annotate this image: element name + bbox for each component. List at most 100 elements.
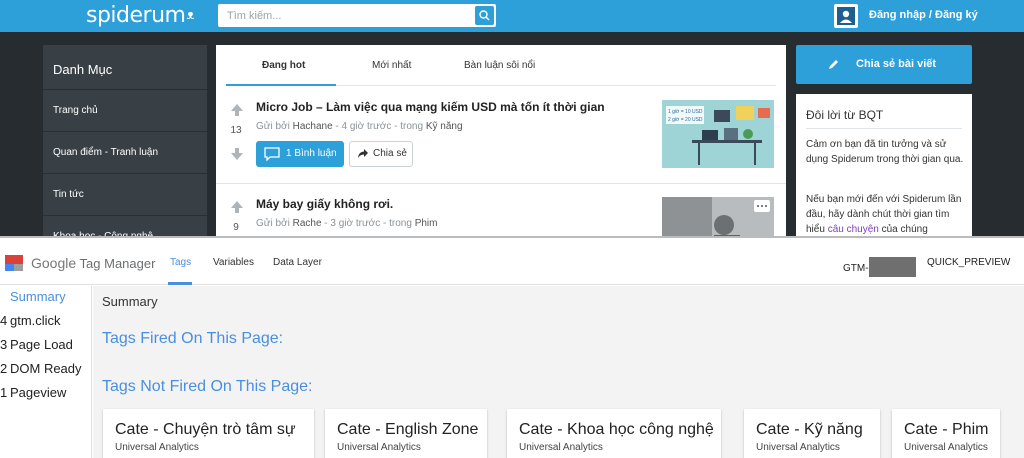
search-button[interactable]	[475, 6, 494, 25]
event-dom-ready[interactable]: 2 DOM Ready	[0, 361, 82, 376]
tag-card[interactable]: Cate - Chuyện trò tâm sự Universal Analy…	[103, 409, 314, 458]
container-prefix: GTM-	[843, 263, 869, 274]
bqt-title: Đôi lời từ BQT	[806, 108, 884, 122]
tag-name: Cate - English Zone	[337, 421, 479, 438]
comment-icon	[264, 147, 280, 161]
active-tab-indicator	[168, 282, 192, 285]
category-item-opinion[interactable]: Quan điểm - Tranh luận	[43, 131, 207, 173]
tab-variables[interactable]: Variables	[213, 257, 254, 268]
feed-tabs: Đang hot Mới nhất Bàn luận sôi nổi	[226, 45, 776, 86]
bqt-divider	[806, 128, 962, 129]
gtm-header: Google Tag Manager Tags Variables Data L…	[0, 238, 1024, 285]
event-timeline: Summary 4 gtm.click 3 Page Load 2 DOM Ready…	[0, 286, 92, 458]
summary-heading: Summary	[102, 294, 158, 309]
tag-type: Universal Analytics	[115, 442, 199, 453]
post-author[interactable]: Hachane	[293, 121, 333, 132]
svg-text:1 giờ = 10 USD: 1 giờ = 10 USD	[668, 109, 703, 115]
post-time: - 4 giờ trước - trong	[335, 121, 424, 132]
upvote-icon[interactable]	[230, 103, 244, 117]
tag-type: Universal Analytics	[519, 442, 603, 453]
tab-hot[interactable]: Đang hot	[262, 60, 305, 71]
tag-name: Cate - Phim	[904, 421, 989, 438]
site-logo[interactable]: spiderumᴥ	[86, 3, 194, 28]
bqt-paragraph-1: Cảm ơn bạn đã tin tưởng và sử dụng Spide…	[806, 139, 964, 165]
post-title[interactable]: Máy bay giấy không rơi.	[256, 197, 393, 211]
tag-name: Cate - Khoa học công nghệ	[519, 421, 714, 438]
user-avatar[interactable]	[834, 4, 858, 28]
bqt-text: của chúng	[881, 224, 928, 235]
tag-card[interactable]: Cate - Phim Universal Analytics	[892, 409, 1000, 458]
post-author[interactable]: Rache	[293, 218, 322, 229]
tab-tags[interactable]: Tags	[170, 257, 191, 268]
event-gtm-click[interactable]: 4 gtm.click	[0, 313, 61, 328]
user-icon	[837, 7, 855, 25]
top-navbar: spiderumᴥ Đăng nhập / Đăng ký	[0, 0, 1024, 32]
share-label: Chia sẻ	[373, 148, 407, 159]
search-input[interactable]	[218, 4, 472, 27]
category-item-news[interactable]: Tin tức	[43, 173, 207, 215]
post-category[interactable]: Kỹ năng	[426, 121, 463, 132]
category-panel: Danh Mục Trang chủ Quan điểm - Tranh luậ…	[43, 45, 207, 236]
tag-card[interactable]: Cate - English Zone Universal Analytics	[325, 409, 487, 458]
tab-discussed[interactable]: Bàn luận sôi nổi	[464, 60, 535, 71]
meta-prefix: Gửi bởi	[256, 121, 290, 132]
category-item-science[interactable]: Khoa học - Công nghệ	[43, 215, 207, 236]
search-box	[218, 4, 496, 27]
tab-newest[interactable]: Mới nhất	[372, 60, 411, 71]
gtm-brand-product: Tag Manager	[79, 256, 156, 271]
vote-count: 9	[233, 222, 239, 233]
share-post-label: Chia sẻ bài viết	[856, 58, 937, 70]
comment-label: 1 Bình luận	[286, 148, 337, 159]
category-item-home[interactable]: Trang chủ	[43, 89, 207, 131]
gtm-brand-google: Google	[31, 255, 77, 271]
share-arrow-icon	[358, 149, 368, 158]
tag-type: Universal Analytics	[337, 442, 421, 453]
tag-type: Universal Analytics	[756, 442, 840, 453]
gtm-brand: Google Tag Manager	[31, 255, 155, 271]
event-pageview[interactable]: 1 Pageview	[0, 385, 66, 400]
search-icon	[479, 10, 490, 21]
bqt-panel: Đôi lời từ BQT Cảm ơn bạn đã tin tưởng v…	[796, 94, 972, 236]
container-id: GTM-	[843, 257, 916, 277]
share-post-button[interactable]: Chia sẻ bài viết	[796, 45, 972, 84]
active-tab-indicator	[226, 84, 336, 86]
gtm-logo-icon	[5, 255, 23, 271]
share-button[interactable]: Chia sẻ	[349, 141, 413, 167]
pencil-icon	[829, 60, 838, 69]
tag-card[interactable]: Cate - Khoa học công nghệ Universal Anal…	[507, 409, 721, 458]
tab-data-layer[interactable]: Data Layer	[273, 257, 322, 268]
tag-name: Cate - Kỹ năng	[756, 421, 863, 438]
post-thumbnail[interactable]	[662, 197, 774, 236]
downvote-icon[interactable]	[230, 147, 244, 161]
post-meta: Gửi bởi Hachane - 4 giờ trước - trong Kỹ…	[256, 121, 463, 132]
comment-button[interactable]: 1 Bình luận	[256, 141, 344, 167]
post-thumbnail[interactable]: 1 giờ = 10 USD 2 giờ = 20 USD	[662, 100, 774, 168]
redacted-id	[868, 257, 916, 277]
tags-not-fired-heading: Tags Not Fired On This Page:	[102, 378, 313, 395]
spider-icon: ᴥ	[186, 8, 194, 23]
vote-count: 13	[230, 125, 242, 136]
spiderum-site: spiderumᴥ Đăng nhập / Đăng ký Danh Mục T…	[0, 0, 1024, 236]
tag-name: Cate - Chuyện trò tâm sự	[115, 421, 296, 438]
upvote-icon[interactable]	[230, 200, 244, 214]
post-title[interactable]: Micro Job – Làm việc qua mạng kiếm USD m…	[256, 100, 605, 114]
event-summary[interactable]: Summary	[10, 289, 66, 304]
tag-type: Universal Analytics	[904, 442, 988, 453]
post-time: - 3 giờ trước - trong	[324, 218, 412, 229]
story-link[interactable]: câu chuyện	[828, 224, 879, 235]
gtm-main-content: Summary Tags Fired On This Page: Tags No…	[93, 286, 1024, 458]
bqt-paragraph-2: Nếu bạn mới đến với Spiderum lần đầu, hã…	[806, 192, 964, 236]
gtm-debug-panel: Google Tag Manager Tags Variables Data L…	[0, 236, 1024, 458]
post-meta: Gửi bởi Rache - 3 giờ trước - trong Phim	[256, 218, 437, 229]
tags-fired-heading: Tags Fired On This Page:	[102, 330, 284, 347]
post-feed: Đang hot Mới nhất Bàn luận sôi nổi 13 Mi…	[216, 45, 786, 236]
tag-card[interactable]: Cate - Kỹ năng Universal Analytics	[744, 409, 880, 458]
post-category[interactable]: Phim	[415, 218, 438, 229]
svg-text:2 giờ = 20 USD: 2 giờ = 20 USD	[668, 117, 703, 123]
category-title: Danh Mục	[53, 62, 113, 77]
post-divider	[216, 183, 786, 184]
preview-mode: QUICK_PREVIEW	[927, 257, 1011, 268]
event-page-load[interactable]: 3 Page Load	[0, 337, 73, 352]
login-link[interactable]: Đăng nhập / Đăng ký	[869, 9, 978, 21]
meta-prefix: Gửi bởi	[256, 218, 290, 229]
